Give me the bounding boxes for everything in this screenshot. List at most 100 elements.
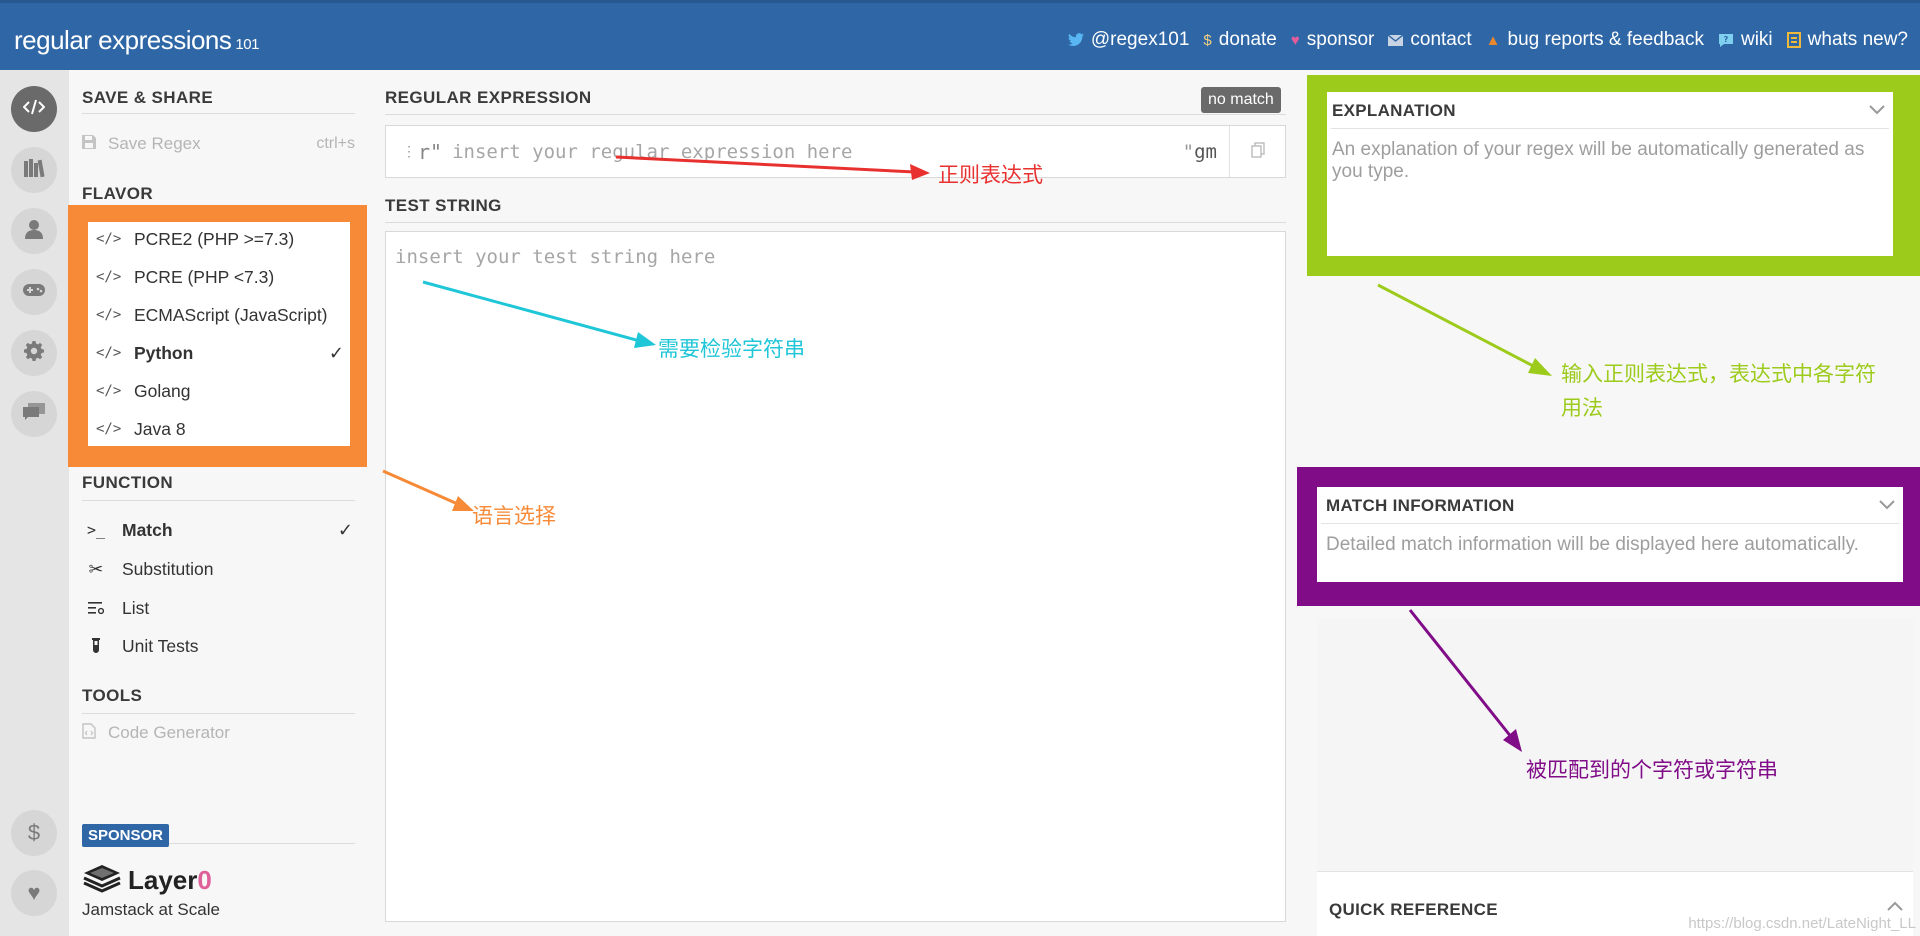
nav-twitter[interactable]: @regex101	[1067, 29, 1190, 51]
top-bar: regular expressions 101 @regex101 $ donat…	[0, 0, 1920, 70]
nav-sponsor[interactable]: ♥ sponsor	[1291, 29, 1375, 51]
function-label: Unit Tests	[122, 635, 199, 656]
news-icon	[1786, 32, 1801, 48]
test-string-input[interactable]: insert your test string here	[385, 231, 1286, 922]
terminal-icon: >_	[86, 521, 106, 539]
drag-handle-icon[interactable]: ⋮	[402, 144, 416, 160]
quick-reference-title: QUICK REFERENCE	[1329, 900, 1498, 919]
function-substitution[interactable]: ✂ Substitution	[82, 550, 355, 588]
code-generator-label: Code Generator	[108, 723, 230, 742]
gear-icon	[24, 340, 44, 366]
nav-donate-label: donate	[1218, 29, 1277, 50]
flavor-label: Golang	[134, 380, 191, 401]
function-list[interactable]: List	[82, 589, 355, 627]
test-tube-icon	[82, 638, 110, 654]
sponsor-name-text: Layer	[128, 865, 198, 895]
code-icon	[22, 98, 46, 121]
code-icon: </>	[96, 231, 122, 247]
divider	[1321, 523, 1899, 524]
brand-logo[interactable]: regular expressions 101	[14, 25, 259, 56]
divider	[82, 500, 355, 501]
rail-account-button[interactable]	[11, 208, 57, 254]
flavor-pcre2[interactable]: </> PCRE2 (PHP >=7.3)	[96, 220, 346, 258]
rail-quiz-button[interactable]	[11, 269, 57, 315]
function-label: Substitution	[122, 558, 214, 579]
nav-bug-label: bug reports & feedback	[1507, 29, 1704, 50]
regex-flags[interactable]: "gm	[1183, 141, 1217, 163]
copy-button[interactable]	[1229, 126, 1285, 177]
check-icon: ✓	[328, 342, 344, 363]
chevron-down-icon[interactable]	[1869, 102, 1885, 120]
explanation-text: An explanation of your regex will be aut…	[1332, 139, 1865, 182]
explanation-card: EXPLANATION An explanation of your regex…	[1327, 92, 1893, 256]
nav-bug-reports[interactable]: ▲ bug reports & feedback	[1486, 29, 1704, 51]
chevron-down-icon[interactable]	[1879, 497, 1895, 515]
divider	[82, 113, 355, 114]
regex-suffix: "	[1182, 140, 1195, 163]
rail-sponsor-button[interactable]: ♥	[11, 870, 57, 916]
sponsor-logo[interactable]: Layer0	[82, 863, 212, 898]
chevron-up-icon[interactable]	[1887, 898, 1903, 916]
function-unit-tests[interactable]: Unit Tests	[82, 627, 355, 665]
flavor-python[interactable]: </> Python ✓	[96, 334, 346, 372]
twitter-icon	[1067, 33, 1084, 47]
code-generator-button[interactable]: Code Generator	[82, 717, 355, 749]
gamepad-icon	[23, 283, 45, 302]
function-label: List	[122, 597, 150, 618]
check-icon: ✓	[337, 519, 353, 540]
code-icon: </>	[96, 421, 122, 437]
library-icon	[23, 158, 45, 183]
top-nav: @regex101 $ donate ♥ sponsor contact ▲ b…	[1054, 29, 1908, 51]
list-icon	[82, 601, 110, 615]
save-shortcut: ctrl+s	[316, 135, 355, 152]
copy-icon	[1250, 141, 1265, 162]
svg-text:?: ?	[1724, 35, 1729, 44]
nav-whats-new-label: whats new?	[1807, 29, 1908, 50]
rail-donate-button[interactable]: $	[11, 810, 57, 856]
annotation-test-string: 需要检验字符串	[658, 337, 805, 361]
flavor-ecmascript[interactable]: </> ECMAScript (JavaScript)	[96, 296, 346, 334]
divider	[1331, 128, 1889, 129]
explanation-title: EXPLANATION	[1332, 101, 1456, 120]
mail-icon	[1388, 34, 1404, 46]
rail-chat-button[interactable]	[11, 391, 57, 437]
code-icon: </>	[96, 383, 122, 399]
flavor-pcre[interactable]: </> PCRE (PHP <7.3)	[96, 258, 346, 296]
sponsor-tagline: Jamstack at Scale	[82, 900, 220, 919]
regex-input[interactable]: ⋮ r" insert your regular expression here…	[385, 125, 1286, 178]
brand-version: 101	[235, 36, 259, 53]
flavor-java8[interactable]: </> Java 8	[96, 410, 346, 448]
nav-contact[interactable]: contact	[1388, 29, 1472, 51]
nav-twitter-label: @regex101	[1090, 29, 1190, 50]
flavor-golang[interactable]: </> Golang	[96, 372, 346, 410]
flavor-label: ECMAScript (JavaScript)	[134, 304, 328, 325]
sponsor-name-zero: 0	[197, 865, 212, 895]
divider	[385, 222, 1286, 223]
annotation-regex: 正则表达式	[938, 163, 1043, 187]
function-label: Match	[122, 519, 173, 540]
dollar-icon: $	[1203, 31, 1212, 49]
match-information-text: Detailed match information will be displ…	[1326, 534, 1859, 555]
watermark: https://blog.csdn.net/LateNight_LL	[1688, 915, 1916, 932]
regex-placeholder: insert your regular expression here	[452, 140, 853, 163]
nav-wiki[interactable]: ? wiki	[1718, 29, 1773, 51]
sponsor-badge: SPONSOR	[82, 824, 170, 847]
flavor-label: PCRE (PHP <7.3)	[134, 266, 275, 287]
info-panel: EXPLANATION An explanation of your regex…	[1295, 70, 1920, 936]
function-match[interactable]: >_ Match ✓	[82, 511, 355, 549]
brand-name: regular expressions	[14, 25, 232, 55]
save-regex-button[interactable]: Save Regex ctrl+s	[82, 130, 355, 158]
match-status-badge: no match	[1201, 87, 1281, 113]
warning-icon: ▲	[1485, 31, 1501, 49]
nav-contact-label: contact	[1410, 29, 1472, 50]
nav-whats-new[interactable]: whats new?	[1786, 29, 1908, 51]
rail-library-button[interactable]	[11, 147, 57, 193]
nav-donate[interactable]: $ donate	[1203, 29, 1276, 51]
icon-rail: $ ♥	[0, 70, 69, 936]
regex-prefix: r"	[418, 139, 443, 164]
code-icon: </>	[96, 307, 122, 323]
rail-editor-button[interactable]	[11, 86, 57, 132]
rail-settings-button[interactable]	[11, 330, 57, 376]
heart-icon: ♥	[27, 880, 41, 905]
test-string-title: TEST STRING	[385, 196, 502, 215]
